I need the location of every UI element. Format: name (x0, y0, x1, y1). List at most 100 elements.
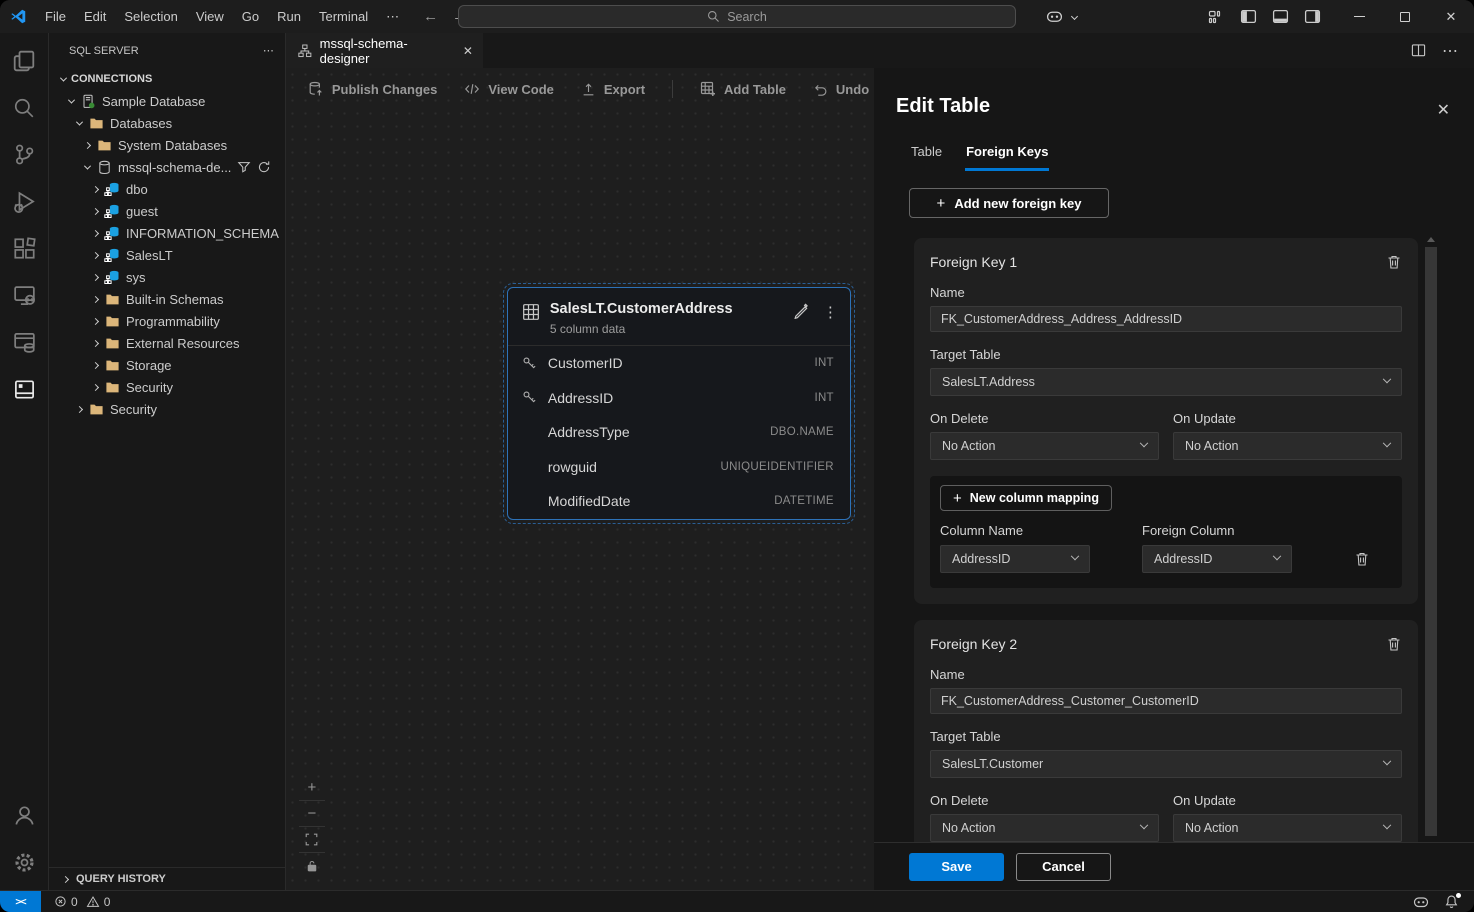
menu-overflow-button[interactable]: ⋯ (377, 9, 409, 25)
activity-remote-explorer-icon[interactable] (0, 272, 48, 319)
chevron-down-icon (79, 165, 95, 170)
column-name-label: Column Name (940, 523, 1090, 538)
panel-close-icon[interactable]: ✕ (1437, 100, 1450, 120)
on-update-dropdown[interactable]: No Action (1173, 432, 1402, 460)
on-update-dropdown[interactable]: No Action (1173, 814, 1402, 842)
column-row-modifieddate[interactable]: ModifiedDate DATETIME (508, 484, 850, 519)
tree-item-external-resources[interactable]: External Resources (49, 332, 285, 354)
customize-layout-icon[interactable] (1202, 5, 1230, 29)
activity-database-projects-icon[interactable] (0, 319, 48, 366)
menu-go[interactable]: Go (233, 6, 268, 28)
copilot-menu[interactable] (1036, 8, 1092, 25)
lock-button[interactable] (299, 853, 325, 878)
command-search-box[interactable]: Search (458, 5, 1016, 28)
tree-item-storage[interactable]: Storage (49, 354, 285, 376)
split-editor-icon[interactable] (1411, 43, 1426, 58)
remote-indicator[interactable]: >< (0, 891, 41, 912)
menu-run[interactable]: Run (268, 6, 310, 28)
tree-item-security[interactable]: Security (49, 376, 285, 398)
toolbar-view-code-button[interactable]: View Code (464, 81, 554, 97)
copilot-status-icon[interactable] (1413, 894, 1429, 910)
kebab-menu-icon[interactable]: ⋮ (823, 303, 838, 321)
notifications-bell[interactable] (1444, 894, 1459, 909)
toolbar-undo-button[interactable]: Undo (813, 82, 869, 97)
chevron-down-icon (1383, 757, 1391, 765)
activity-run-debug-icon[interactable] (0, 178, 48, 225)
minimize-button[interactable] (1336, 0, 1382, 33)
toggle-panel-icon[interactable] (1266, 5, 1294, 29)
activity-search-icon[interactable] (0, 84, 48, 131)
column-row-customerid[interactable]: CustomerID INT (508, 346, 850, 381)
editor-more-actions-icon[interactable]: ⋯ (1442, 41, 1458, 61)
add-foreign-key-button[interactable]: + Add new foreign key (909, 188, 1109, 218)
tree-item-guest[interactable]: guest (49, 200, 285, 222)
maximize-button[interactable] (1382, 0, 1428, 33)
view-code-icon (464, 81, 480, 97)
scrollbar-thumb[interactable] (1425, 247, 1437, 836)
on-delete-dropdown[interactable]: No Action (930, 432, 1159, 460)
activity-account-icon[interactable] (0, 792, 48, 839)
fit-view-button[interactable] (299, 827, 325, 852)
panel-scrollbar[interactable] (1425, 235, 1437, 840)
new-column-mapping-button[interactable]: + New column mapping (940, 485, 1112, 511)
tree-item-security[interactable]: Security (49, 398, 285, 420)
delete-foreign-key-icon[interactable] (1386, 254, 1402, 270)
delete-mapping-icon[interactable] (1354, 551, 1370, 567)
column-row-addressid[interactable]: AddressID INT (508, 381, 850, 416)
menu-file[interactable]: File (36, 6, 75, 28)
filter-icon[interactable] (237, 160, 251, 174)
column-row-addresstype[interactable]: AddressType DBO.NAME (508, 415, 850, 450)
toolbar-add-table-button[interactable]: Add Table (700, 81, 786, 97)
tree-item-system-databases[interactable]: System Databases (49, 134, 285, 156)
toggle-sidebar-left-icon[interactable] (1234, 5, 1262, 29)
on-delete-dropdown[interactable]: No Action (930, 814, 1159, 842)
target-table-dropdown[interactable]: SalesLT.Address (930, 368, 1402, 396)
column-name-dropdown[interactable]: AddressID (940, 545, 1090, 573)
edit-pencil-icon[interactable] (793, 303, 809, 319)
tree-item-programmability[interactable]: Programmability (49, 310, 285, 332)
fk-name-input[interactable]: FK_CustomerAddress_Address_AddressID (930, 306, 1402, 332)
zoom-in-button[interactable]: + (299, 775, 325, 800)
foreign-column-dropdown[interactable]: AddressID (1142, 545, 1292, 573)
target-table-dropdown[interactable]: SalesLT.Customer (930, 750, 1402, 778)
tree-item-databases[interactable]: Databases (49, 112, 285, 134)
menu-view[interactable]: View (187, 6, 233, 28)
zoom-out-button[interactable]: − (299, 801, 325, 826)
activity-extensions-icon[interactable] (0, 225, 48, 272)
activity-sql-server-icon[interactable] (0, 366, 48, 413)
tree-item-connections[interactable]: CONNECTIONS (49, 68, 285, 90)
activity-explorer-icon[interactable] (0, 37, 48, 84)
tree-item-built-in-schemas[interactable]: Built-in Schemas (49, 288, 285, 310)
tree-item-mssql-schema-de-[interactable]: mssql-schema-de... (49, 156, 285, 178)
tree-item-dbo[interactable]: dbo (49, 178, 285, 200)
problems-indicator[interactable]: 0 0 (50, 895, 110, 909)
menu-terminal[interactable]: Terminal (310, 6, 377, 28)
toggle-sidebar-right-icon[interactable] (1298, 5, 1326, 29)
delete-foreign-key-icon[interactable] (1386, 636, 1402, 652)
activity-source-control-icon[interactable] (0, 131, 48, 178)
schema-designer-canvas[interactable]: Publish Changes View Code Export Add Table U… (286, 68, 874, 890)
sidebar-more-actions-icon[interactable]: ⋯ (263, 44, 275, 57)
menu-selection[interactable]: Selection (115, 6, 186, 28)
activity-settings-icon[interactable] (0, 839, 48, 886)
toolbar-publish-changes-button[interactable]: Publish Changes (308, 81, 437, 97)
query-history-section[interactable]: QUERY HISTORY (49, 867, 285, 890)
tree-item-sys[interactable]: sys (49, 266, 285, 288)
tab-table[interactable]: Table (910, 138, 943, 171)
tab-foreign-keys[interactable]: Foreign Keys (965, 138, 1049, 171)
save-button[interactable]: Save (909, 853, 1004, 881)
tree-item-sample-database[interactable]: Sample Database (49, 90, 285, 112)
tree-item-saleslt[interactable]: SalesLT (49, 244, 285, 266)
tab-close-icon[interactable]: ✕ (463, 44, 473, 58)
fk-name-input[interactable]: FK_CustomerAddress_Customer_CustomerID (930, 688, 1402, 714)
refresh-icon[interactable] (257, 160, 271, 174)
tree-item-information-schema[interactable]: INFORMATION_SCHEMA (49, 222, 285, 244)
table-card-customeraddress[interactable]: SalesLT.CustomerAddress 5 column data ⋮ … (507, 287, 851, 520)
column-row-rowguid[interactable]: rowguid UNIQUEIDENTIFIER (508, 450, 850, 485)
nav-back-icon[interactable]: ← (423, 8, 438, 25)
cancel-button[interactable]: Cancel (1016, 853, 1111, 881)
menu-edit[interactable]: Edit (75, 6, 115, 28)
close-window-button[interactable]: ✕ (1428, 0, 1474, 33)
toolbar-export-button[interactable]: Export (581, 82, 645, 97)
tab-mssql-schema-designer[interactable]: mssql-schema-designer ✕ (286, 33, 483, 68)
